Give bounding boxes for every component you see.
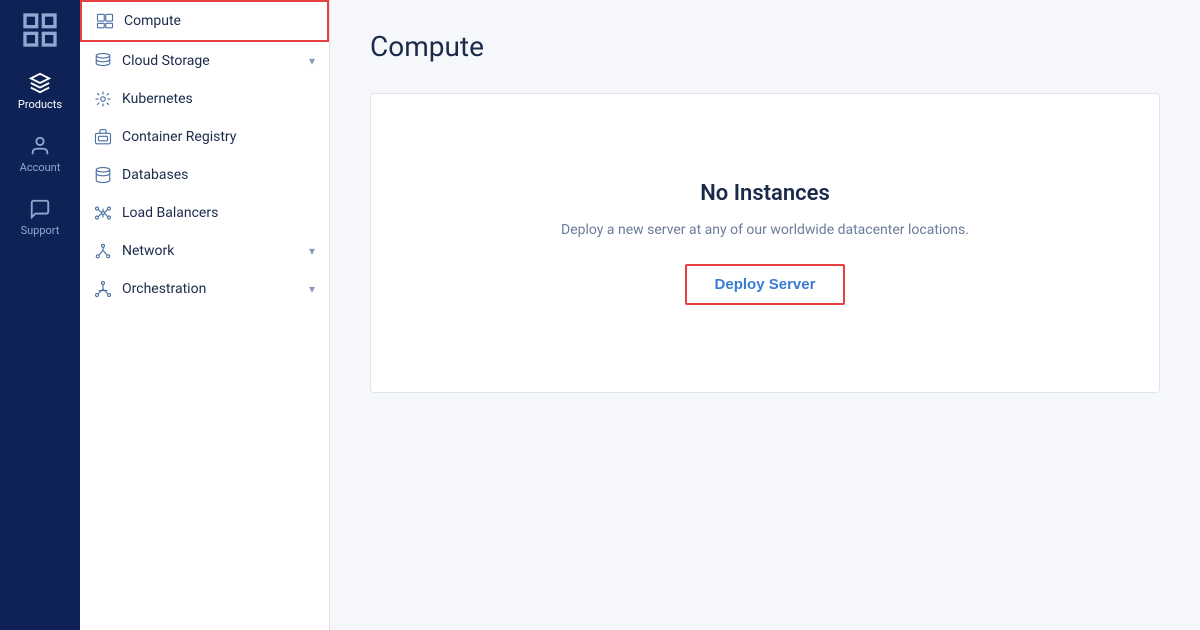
loadbalancer-icon xyxy=(94,204,112,222)
sidebar-item-compute[interactable]: Compute xyxy=(80,0,329,42)
empty-state-card: No Instances Deploy a new server at any … xyxy=(370,93,1160,393)
sidebar-item-kubernetes-label: Kubernetes xyxy=(122,91,193,107)
logo-icon xyxy=(20,10,60,50)
chevron-down-icon: ▾ xyxy=(309,282,315,296)
sidebar-item-load-balancers[interactable]: Load Balancers xyxy=(80,194,329,232)
storage-icon xyxy=(94,52,112,70)
network-icon xyxy=(94,242,112,260)
nav-item-account-label: Account xyxy=(20,161,61,174)
kubernetes-icon xyxy=(94,90,112,108)
sidebar-item-cloud-storage-label: Cloud Storage xyxy=(122,53,210,69)
nav-item-account[interactable]: Account xyxy=(0,123,80,186)
empty-state-subtitle: Deploy a new server at any of our worldw… xyxy=(561,222,969,238)
nav-item-support-label: Support xyxy=(21,224,60,237)
page-title: Compute xyxy=(370,30,1160,63)
main-content: Compute No Instances Deploy a new server… xyxy=(330,0,1200,630)
sidebar-item-cloud-storage[interactable]: Cloud Storage ▾ xyxy=(80,42,329,80)
sidebar-item-load-balancers-label: Load Balancers xyxy=(122,205,218,221)
sidebar-item-network-label: Network xyxy=(122,243,174,259)
sidebar-item-kubernetes[interactable]: Kubernetes xyxy=(80,80,329,118)
orchestration-icon xyxy=(94,280,112,298)
far-left-nav: Products Account Support xyxy=(0,0,80,630)
nav-item-products-label: Products xyxy=(18,98,62,111)
sidebar-item-container-registry-label: Container Registry xyxy=(122,129,236,145)
sidebar-item-container-registry[interactable]: Container Registry xyxy=(80,118,329,156)
nav-item-products[interactable]: Products xyxy=(0,60,80,123)
layers-icon xyxy=(29,72,51,94)
sidebar-item-orchestration[interactable]: Orchestration ▾ xyxy=(80,270,329,308)
database-icon xyxy=(94,166,112,184)
user-icon xyxy=(29,135,51,157)
chevron-down-icon: ▾ xyxy=(309,244,315,258)
chevron-down-icon: ▾ xyxy=(309,54,315,68)
logo xyxy=(20,10,60,50)
sidebar-item-databases-label: Databases xyxy=(122,167,188,183)
empty-state-title: No Instances xyxy=(700,181,830,206)
sidebar-item-compute-label: Compute xyxy=(124,13,181,29)
sidebar-item-databases[interactable]: Databases xyxy=(80,156,329,194)
compute-icon xyxy=(96,12,114,30)
deploy-server-button[interactable]: Deploy Server xyxy=(685,264,846,305)
registry-icon xyxy=(94,128,112,146)
nav-item-support[interactable]: Support xyxy=(0,186,80,249)
second-sidebar: Compute Cloud Storage ▾ Kubernetes Conta… xyxy=(80,0,330,630)
sidebar-item-orchestration-label: Orchestration xyxy=(122,281,206,297)
chat-icon xyxy=(29,198,51,220)
sidebar-item-network[interactable]: Network ▾ xyxy=(80,232,329,270)
